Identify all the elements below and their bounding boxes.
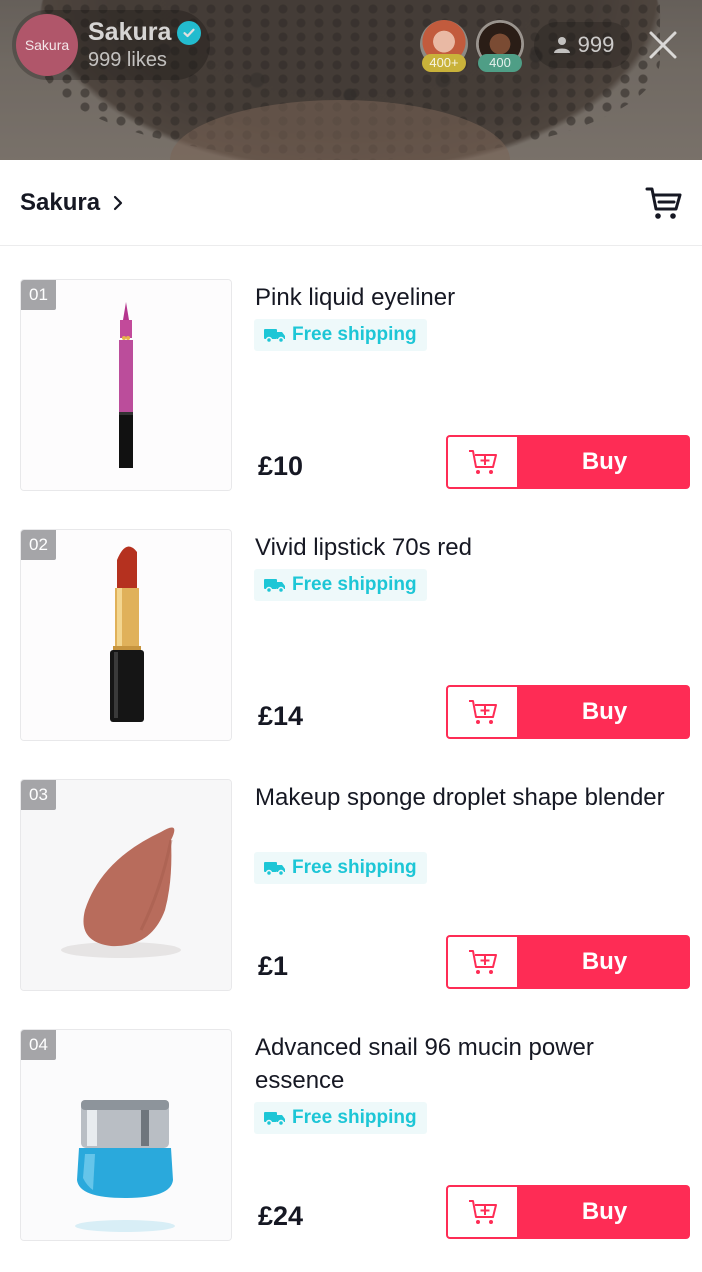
product-price: £10 — [258, 451, 304, 481]
viewer-avatar[interactable]: 400+ — [420, 20, 468, 72]
add-to-cart-button[interactable] — [446, 935, 519, 989]
likes-count: 999 likes — [88, 49, 167, 71]
delivery-truck-icon — [264, 1112, 285, 1126]
cart-button[interactable] — [644, 183, 684, 223]
product-image[interactable]: 04 — [20, 1029, 232, 1241]
buy-button[interactable]: Buy — [519, 435, 690, 489]
shop-header: Sakura — [0, 160, 702, 246]
shopping-panel: Sakura 01 Pink liquid eyeliner Free ship… — [0, 160, 702, 1272]
free-shipping-badge: Free shipping — [254, 569, 427, 601]
add-to-cart-button[interactable] — [446, 685, 519, 739]
product-image[interactable]: 02 — [20, 529, 232, 741]
free-shipping-badge: Free shipping — [254, 1102, 427, 1134]
host-name: Sakura — [88, 18, 172, 46]
host-info[interactable]: Sakura Sakura 999 likes — [12, 10, 210, 80]
product-index: 02 — [21, 530, 56, 560]
top-viewers[interactable]: 400+ 400 — [420, 20, 524, 72]
viewer-rank-badge: 400 — [478, 54, 522, 72]
product-image[interactable]: 03 — [20, 779, 232, 991]
product-image[interactable]: 01 — [20, 279, 232, 491]
person-icon — [553, 37, 570, 53]
buy-button[interactable]: Buy — [519, 685, 690, 739]
close-button[interactable] — [644, 26, 682, 64]
delivery-truck-icon — [264, 862, 285, 876]
product-title[interactable]: Vivid lipstick 70s red — [255, 531, 685, 564]
product-title[interactable]: Pink liquid eyeliner — [255, 281, 685, 314]
delivery-truck-icon — [264, 579, 285, 593]
live-video-background: Sakura Sakura 999 likes 400+ 400 999 — [0, 0, 702, 160]
add-to-cart-icon — [468, 1200, 497, 1224]
chevron-right-icon — [113, 195, 123, 210]
shop-link[interactable]: Sakura — [20, 189, 124, 217]
product-index: 03 — [21, 780, 56, 810]
free-shipping-badge: Free shipping — [254, 852, 427, 884]
eyeliner-image — [21, 280, 231, 490]
shopping-cart-icon — [645, 187, 682, 219]
product-title[interactable]: Advanced snail 96 mucin power essence — [255, 1031, 685, 1097]
host-avatar[interactable]: Sakura — [16, 14, 78, 76]
product-item[interactable]: 01 Pink liquid eyeliner Free shipping £1… — [20, 279, 692, 491]
cream-jar-image — [21, 1030, 231, 1240]
viewer-avatar[interactable]: 400 — [476, 20, 524, 72]
viewer-count-value: 999 — [577, 32, 615, 57]
product-title[interactable]: Makeup sponge droplet shape blender — [255, 781, 685, 814]
add-to-cart-icon — [468, 700, 497, 724]
sponge-image — [21, 780, 231, 990]
shop-name: Sakura — [20, 188, 101, 216]
product-price: £1 — [258, 951, 289, 981]
product-item[interactable]: 02 Vivid lipstick 70s red Free shipping … — [20, 529, 692, 741]
add-to-cart-button[interactable] — [446, 435, 519, 489]
add-to-cart-icon — [468, 950, 497, 974]
verified-badge-icon — [177, 20, 202, 45]
product-index: 04 — [21, 1030, 56, 1060]
buy-button[interactable]: Buy — [519, 1185, 690, 1239]
delivery-truck-icon — [264, 329, 285, 343]
product-item[interactable]: 03 Makeup sponge droplet shape blender F… — [20, 779, 692, 991]
viewer-count[interactable]: 999 — [534, 22, 632, 68]
buy-button[interactable]: Buy — [519, 935, 690, 989]
free-shipping-badge: Free shipping — [254, 319, 427, 351]
add-to-cart-button[interactable] — [446, 1185, 519, 1239]
product-price: £14 — [258, 701, 304, 731]
viewer-rank-badge: 400+ — [422, 54, 466, 72]
product-index: 01 — [21, 280, 56, 310]
close-icon — [649, 31, 677, 59]
product-price: £24 — [258, 1201, 304, 1231]
lipstick-image — [21, 530, 231, 740]
add-to-cart-icon — [468, 450, 497, 474]
product-item[interactable]: 04 Advanced snail 96 mucin power essence… — [20, 1029, 692, 1241]
